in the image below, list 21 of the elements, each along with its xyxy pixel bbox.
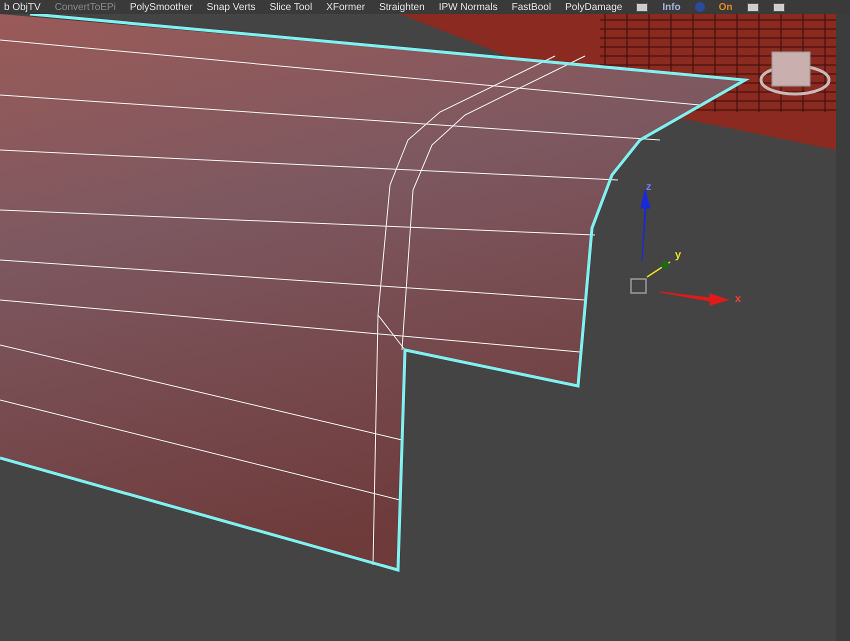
selection-square-icon — [630, 278, 647, 294]
toolbar-button[interactable]: Slice Tool — [270, 2, 312, 12]
toolbar-button[interactable]: b ObjTV — [4, 2, 41, 12]
toolbar-icon[interactable] — [636, 2, 648, 12]
view-cube-icon[interactable] — [760, 52, 830, 96]
toolbar-icon[interactable] — [772, 2, 785, 12]
viewport[interactable]: z y x — [0, 14, 850, 641]
toolbar-button[interactable]: XFormer — [326, 2, 366, 12]
toolbar-button[interactable]: Straighten — [379, 2, 425, 12]
toolbar-button[interactable]: FastBool — [512, 2, 552, 12]
toolbar-button[interactable]: IPW Normals — [438, 2, 498, 12]
pivot-icon — [661, 261, 669, 269]
axis-arrow — [660, 292, 730, 306]
info-button[interactable]: Info — [662, 2, 681, 12]
toolbar-button[interactable]: PolyDamage — [565, 2, 622, 12]
axis-label: x — [735, 293, 742, 305]
axis-label: z — [646, 181, 652, 193]
toolbar-button[interactable]: PolySmoother — [130, 2, 193, 12]
status-toggle[interactable]: On — [718, 2, 733, 12]
toolbar-button[interactable]: Snap Verts — [206, 2, 256, 12]
axis-label: y — [675, 249, 682, 261]
